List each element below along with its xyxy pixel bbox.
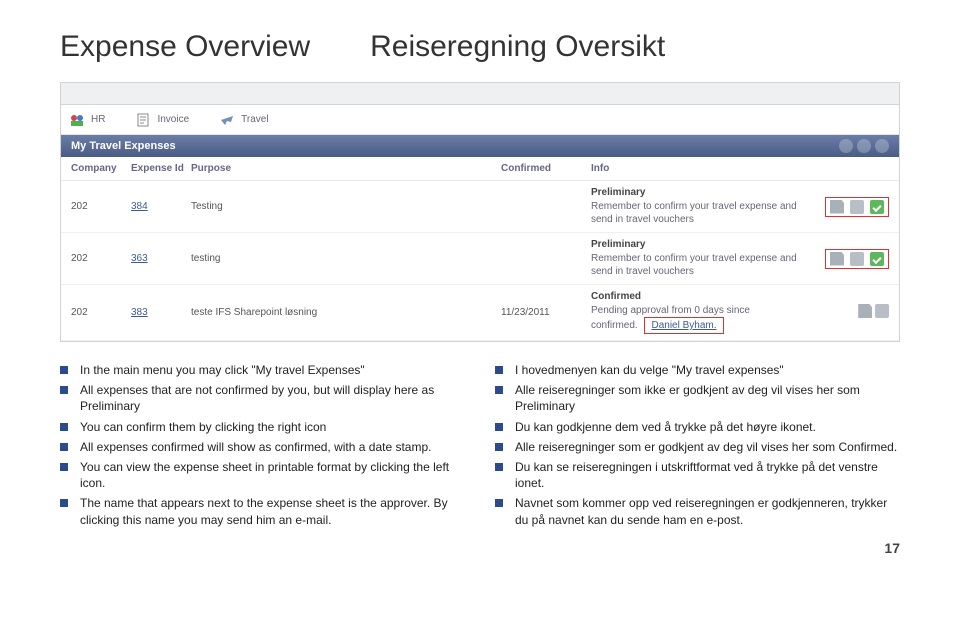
cell-info: Preliminary Remember to confirm your tra… [591,239,799,278]
toolbar: HR Invoice Travel [61,105,899,135]
printer-icon[interactable] [850,252,864,266]
printer-icon[interactable] [850,200,864,214]
table-row: 202 384 Testing Preliminary Remember to … [61,181,899,233]
info-msg: Remember to confirm your travel expense … [591,200,799,226]
cell-company: 202 [71,307,131,318]
cell-purpose: Testing [191,201,501,212]
title-no: Reiseregning Oversikt [370,30,665,64]
list-item: In the main menu you may click "My trave… [60,362,465,378]
page-titles: Expense Overview Reiseregning Oversikt [60,30,900,64]
approver-link[interactable]: Daniel Byham. [644,317,723,334]
cell-info: Confirmed Pending approval from 0 days s… [591,291,799,334]
print-icon[interactable] [830,252,844,266]
help-icon[interactable] [857,139,871,153]
appbar [61,83,899,105]
cell-id[interactable]: 383 [131,307,191,318]
info-status: Confirmed [591,291,799,302]
cell-info: Preliminary Remember to confirm your tra… [591,187,799,226]
info-msg: Pending approval from 0 days since confi… [591,304,799,334]
toolbar-label-invoice: Invoice [157,114,189,125]
toolbar-item-hr[interactable]: HR [69,112,105,128]
app-screenshot: HR Invoice Travel My Travel Expenses Com… [60,82,900,342]
travel-icon [219,112,235,128]
list-item: I hovedmenyen kan du velge "My travel ex… [495,362,900,378]
list-item: The name that appears next to the expens… [60,495,465,527]
list-item: Du kan se reiseregningen i utskriftforma… [495,459,900,491]
description-columns: In the main menu you may click "My trave… [60,362,900,532]
page-number: 17 [60,540,900,556]
list-item: You can view the expense sheet in printa… [60,459,465,491]
header-id: Expense Id [131,163,191,174]
header-company: Company [71,163,131,174]
info-status: Preliminary [591,239,799,250]
refresh-icon[interactable] [839,139,853,153]
table-row: 202 383 teste IFS Sharepoint løsning 11/… [61,285,899,341]
cell-confirmed: 11/23/2011 [501,307,591,318]
cell-actions [799,197,889,217]
invoice-icon [135,112,151,128]
header-confirmed: Confirmed [501,163,591,174]
bullets-no: I hovedmenyen kan du velge "My travel ex… [495,362,900,532]
header-purpose: Purpose [191,163,501,174]
info-status: Preliminary [591,187,799,198]
print-icon[interactable] [858,304,872,318]
panel-title-icons [839,139,889,153]
list-item: Alle reiseregninger som er godkjent av d… [495,439,900,455]
print-icon[interactable] [830,200,844,214]
panel-titlebar: My Travel Expenses [61,135,899,157]
cell-purpose: teste IFS Sharepoint løsning [191,307,501,318]
cell-actions [799,304,889,321]
cell-actions [799,249,889,269]
header-actions [799,163,889,174]
cell-company: 202 [71,201,131,212]
list-item: All expenses that are not confirmed by y… [60,382,465,414]
toolbar-item-travel[interactable]: Travel [219,112,268,128]
info-msg: Remember to confirm your travel expense … [591,252,799,278]
list-item: You can confirm them by clicking the rig… [60,419,465,435]
cell-id[interactable]: 363 [131,253,191,264]
list-item: Alle reiseregninger som ikke er godkjent… [495,382,900,414]
toolbar-label-hr: HR [91,114,105,125]
header-info: Info [591,163,799,174]
confirm-icon[interactable] [870,252,884,266]
table-header: Company Expense Id Purpose Confirmed Inf… [61,157,899,181]
hr-icon [69,112,85,128]
list-item: Du kan godkjenne dem ved å trykke på det… [495,419,900,435]
toolbar-label-travel: Travel [241,114,268,125]
bullets-en: In the main menu you may click "My trave… [60,362,465,532]
printer-icon[interactable] [875,304,889,318]
cell-purpose: testing [191,253,501,264]
confirm-icon[interactable] [870,200,884,214]
row-actions [825,249,889,269]
cell-id[interactable]: 384 [131,201,191,212]
list-item: Navnet som kommer opp ved reiseregningen… [495,495,900,527]
toolbar-item-invoice[interactable]: Invoice [135,112,189,128]
table-row: 202 363 testing Preliminary Remember to … [61,233,899,285]
panel-title: My Travel Expenses [71,140,176,152]
title-en: Expense Overview [60,30,310,64]
collapse-icon[interactable] [875,139,889,153]
row-actions [825,197,889,217]
list-item: All expenses confirmed will show as conf… [60,439,465,455]
cell-company: 202 [71,253,131,264]
